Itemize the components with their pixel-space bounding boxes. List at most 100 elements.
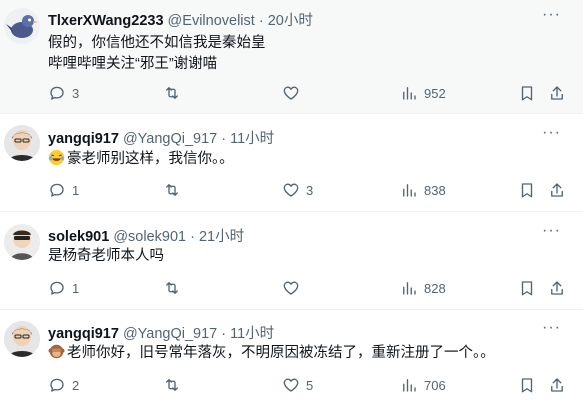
pigeon-avatar-image [6, 15, 38, 38]
action-bar: 1 828 [48, 278, 568, 298]
like-count: 5 [306, 377, 314, 393]
reply-icon [50, 281, 64, 295]
share-button[interactable] [548, 180, 566, 200]
bookmark-button[interactable] [518, 180, 536, 200]
more-icon[interactable]: ··· [542, 124, 561, 142]
views-button[interactable]: 952 [400, 83, 446, 103]
tweet-text-line: 豪老师别这样，我信你。。 [67, 151, 234, 167]
timestamp[interactable]: 21小时 [199, 229, 244, 245]
bookmark-button[interactable] [518, 83, 536, 103]
share-icon [551, 86, 563, 100]
view-count: 952 [424, 85, 446, 101]
reply-tweet-1[interactable]: TlxerXWang2233 @Evilnovelist · 20小时 ··· … [0, 0, 583, 114]
display-name[interactable]: solek901 [48, 229, 109, 245]
cartoon-avatar-image [4, 224, 40, 260]
reply-count: 1 [72, 280, 80, 296]
avatar[interactable] [4, 321, 40, 357]
separator: · [190, 229, 195, 245]
view-count: 838 [424, 182, 446, 198]
reply-button[interactable]: 1 [48, 278, 79, 298]
tweet-text: 豪老师别这样，我信你。。 [48, 149, 234, 170]
share-button[interactable] [548, 278, 566, 298]
display-name[interactable]: yangqi917 [48, 131, 119, 147]
view-count: 828 [424, 280, 446, 296]
retweet-button[interactable] [163, 83, 187, 103]
more-icon[interactable]: ··· [542, 6, 561, 24]
retweet-button[interactable] [163, 375, 187, 395]
heart-icon [283, 183, 299, 197]
display-name[interactable]: TlxerXWang2233 [48, 13, 164, 29]
tweet-header: solek901 @solek901 · 21小时 [48, 225, 244, 246]
reply-count: 2 [72, 377, 80, 393]
retweet-button[interactable] [163, 278, 187, 298]
share-button[interactable] [548, 83, 566, 103]
retweet-icon [166, 282, 178, 294]
bookmark-button[interactable] [518, 278, 536, 298]
share-icon [551, 183, 563, 197]
retweet-button[interactable] [163, 180, 187, 200]
reply-count: 3 [72, 85, 80, 101]
like-button[interactable] [282, 278, 306, 298]
tweet-text-line: 是杨奇老师本人吗 [48, 248, 164, 264]
bookmark-icon [521, 183, 533, 198]
avatar[interactable] [4, 125, 40, 161]
action-bar: 1 3 838 [48, 180, 568, 200]
tweet-header: yangqi917 @YangQi_917 · 11小时 [48, 322, 274, 343]
display-name[interactable]: yangqi917 [48, 326, 119, 342]
bookmark-icon [521, 281, 533, 296]
tweet-text: 是杨奇老师本人吗 [48, 246, 164, 267]
like-count: 3 [306, 182, 314, 198]
like-button[interactable] [282, 83, 306, 103]
tweet-text-line: 哔哩哔哩关注“邪王”谢谢喵 [48, 56, 218, 72]
reply-tweet-2[interactable]: yangqi917 @YangQi_917 · 11小时 ··· 豪老师别这样，… [0, 114, 583, 212]
retweet-icon [166, 379, 178, 391]
reply-tweet-3[interactable]: solek901 @solek901 · 21小时 ··· 是杨奇老师本人吗 1… [0, 212, 583, 310]
share-button[interactable] [548, 375, 566, 395]
retweet-icon [166, 87, 178, 99]
reply-tweet-4[interactable]: yangqi917 @YangQi_917 · 11小时 ··· 老师你好，旧号… [0, 310, 583, 413]
heart-icon [283, 378, 299, 392]
bookmark-icon [521, 86, 533, 101]
action-bar: 2 5 706 [48, 375, 568, 395]
timestamp[interactable]: 11小时 [230, 131, 274, 147]
timestamp[interactable]: 11小时 [230, 326, 274, 342]
handle[interactable]: @Evilnovelist [168, 13, 255, 29]
like-button[interactable]: 5 [282, 375, 313, 395]
share-icon [551, 378, 563, 392]
tweet-header: TlxerXWang2233 @Evilnovelist · 20小时 [48, 9, 313, 30]
reply-icon [50, 183, 64, 197]
separator: · [221, 326, 227, 342]
share-icon [551, 281, 563, 295]
retweet-icon [166, 184, 178, 196]
views-icon [403, 87, 416, 100]
timestamp[interactable]: 20小时 [268, 13, 313, 29]
avatar[interactable] [4, 8, 40, 44]
more-icon[interactable]: ··· [542, 222, 561, 240]
bookmark-button[interactable] [518, 375, 536, 395]
handle[interactable]: @YangQi_917 [123, 326, 217, 342]
see-no-evil-monkey-emoji [48, 344, 65, 359]
views-icon [403, 184, 416, 197]
tweet-text: 假的，你信他还不如信我是秦始皇 哔哩哔哩关注“邪王”谢谢喵 [48, 33, 266, 75]
avatar[interactable] [4, 224, 40, 260]
reply-button[interactable]: 1 [48, 180, 79, 200]
like-button[interactable]: 3 [282, 180, 313, 200]
views-button[interactable]: 706 [400, 375, 446, 395]
bookmark-icon [521, 378, 533, 393]
reply-icon [50, 378, 64, 392]
handle[interactable]: @YangQi_917 [123, 131, 217, 147]
reply-button[interactable]: 2 [48, 375, 79, 395]
tweet-text-line: 假的，你信他还不如信我是秦始皇 [48, 35, 266, 51]
views-icon [403, 282, 416, 295]
more-icon[interactable]: ··· [542, 319, 561, 337]
reply-icon [50, 86, 64, 100]
views-button[interactable]: 838 [400, 180, 446, 200]
handle[interactable]: @solek901 [113, 229, 186, 245]
separator: · [221, 131, 227, 147]
views-button[interactable]: 828 [400, 278, 446, 298]
reply-button[interactable]: 3 [48, 83, 79, 103]
tweet-header: yangqi917 @YangQi_917 · 11小时 [48, 127, 274, 148]
view-count: 706 [424, 377, 446, 393]
views-icon [403, 379, 416, 392]
tweet-text: 老师你好，旧号常年落灰，不明原因被冻结了，重新注册了一个。。 [48, 343, 495, 364]
